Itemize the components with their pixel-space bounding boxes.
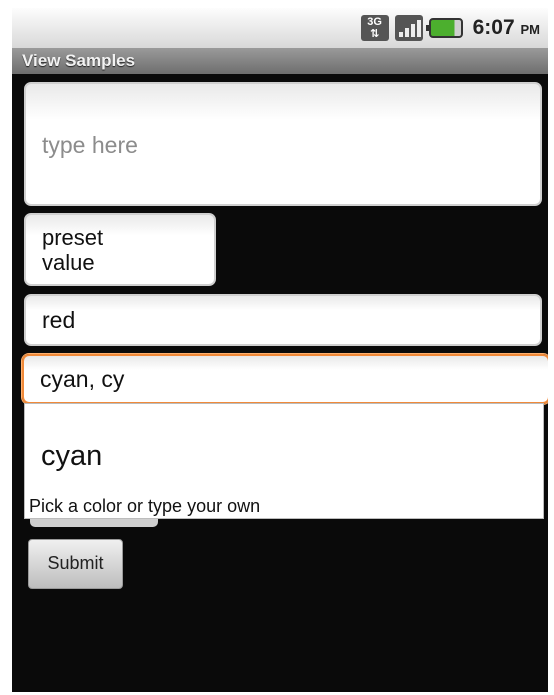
color-field-value: red (42, 307, 76, 333)
clock-ampm: PM (520, 22, 541, 37)
network-arrows: ⇅ (370, 28, 380, 40)
network-type-label: 3G (367, 16, 382, 28)
preset-value-field[interactable]: preset value (24, 213, 216, 286)
preset-value-line1: preset (42, 225, 104, 250)
signal-strength-icon (394, 15, 423, 41)
dropdown-suggestion-item[interactable]: cyan (41, 440, 102, 473)
status-icons: 3G ⇅ 6:07 PM (360, 14, 540, 42)
battery-icon (425, 18, 463, 38)
app-title: View Samples (22, 51, 136, 70)
phone-screen: 3G ⇅ 6:07 PM View Samples type here pres… (12, 8, 548, 692)
autocomplete-dropdown: cyan Pick a color or type your own (24, 403, 544, 519)
submit-button[interactable]: Submit (28, 539, 123, 589)
clock-time: 6:07 (472, 16, 515, 39)
autocomplete-text-field[interactable]: cyan, cy (22, 354, 548, 404)
color-text-field[interactable]: red (24, 294, 542, 346)
dropdown-hint: Pick a color or type your own (29, 496, 261, 516)
multiline-placeholder: type here (42, 132, 138, 158)
status-clock: 6:07 PM (473, 16, 540, 40)
preset-value-line2: value (42, 250, 95, 275)
autocomplete-field-value: cyan, cy (40, 366, 125, 392)
multiline-text-field[interactable]: type here (24, 82, 542, 206)
title-bar: View Samples (12, 48, 548, 74)
status-bar: 3G ⇅ 6:07 PM (12, 8, 548, 48)
hidden-field-edge (30, 519, 158, 527)
network-3g-icon: 3G ⇅ (360, 15, 389, 41)
